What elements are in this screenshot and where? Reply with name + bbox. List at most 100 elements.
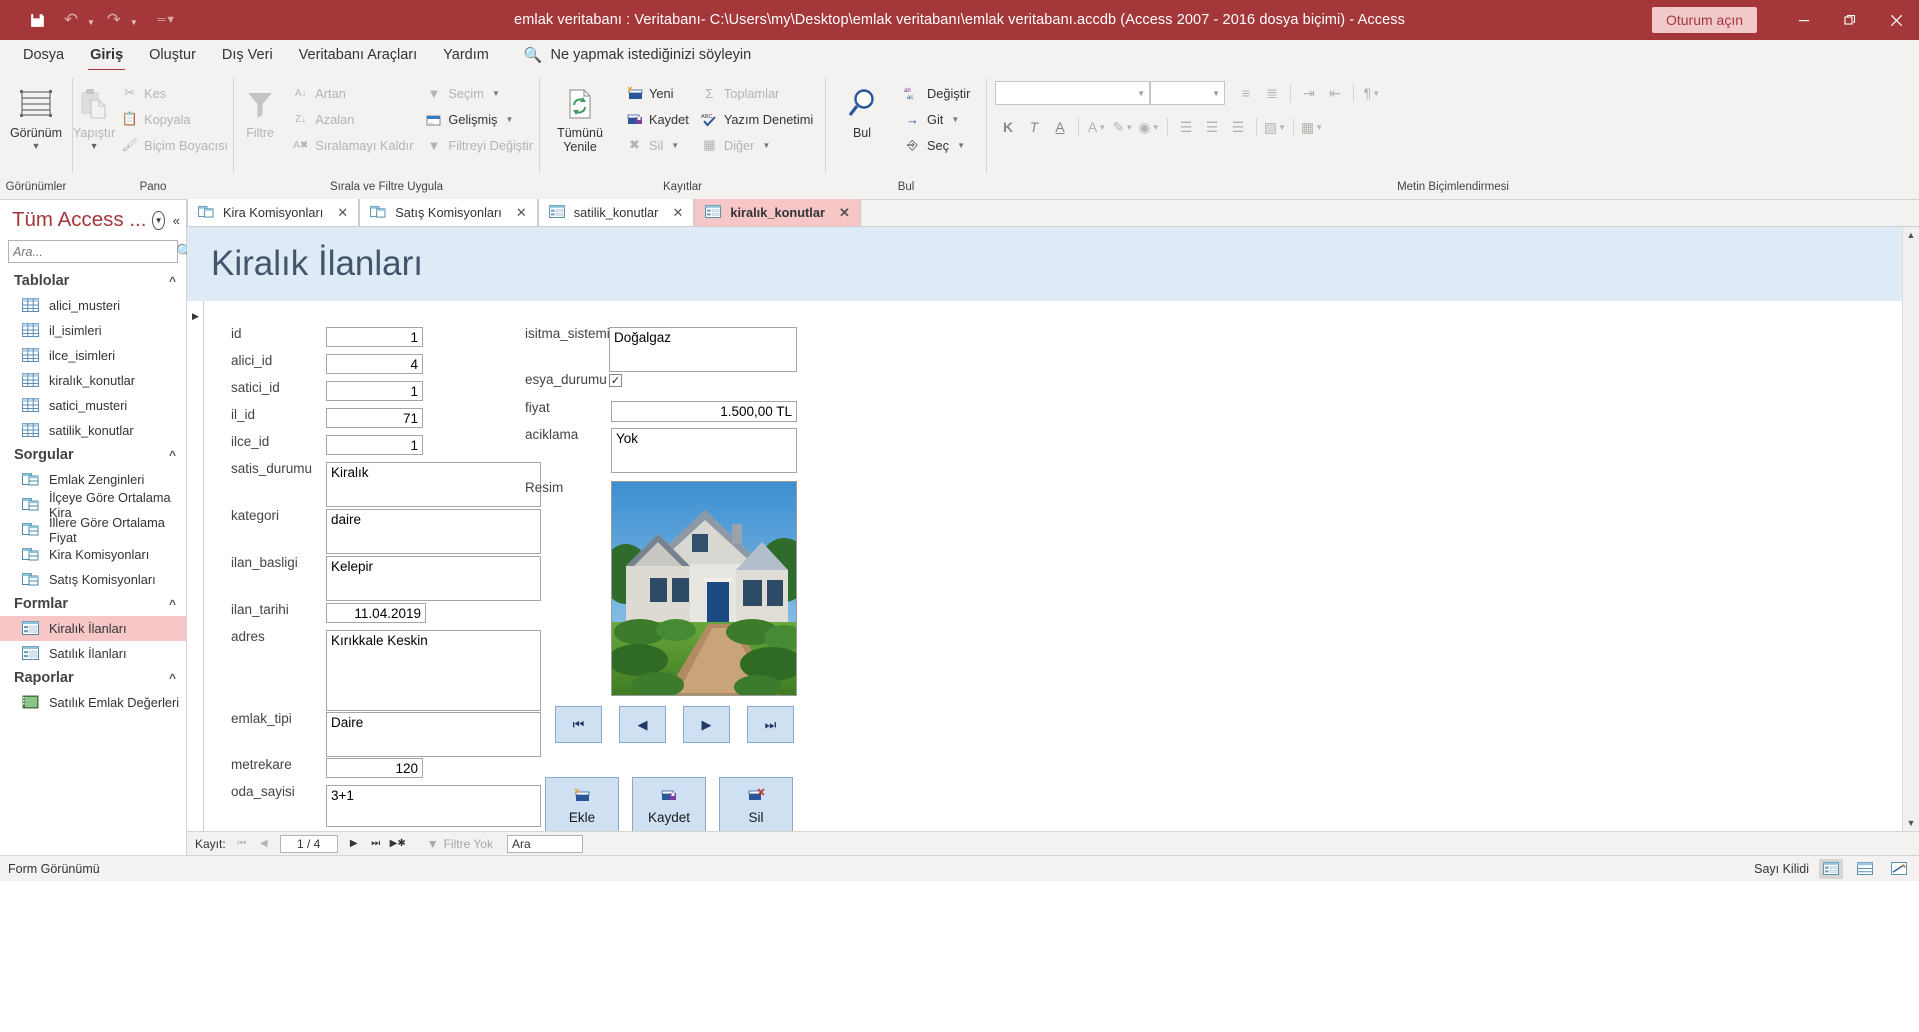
- alternate-row-color-button[interactable]: ▧ ▼: [1262, 114, 1288, 140]
- chevron-up-icon[interactable]: ^: [169, 448, 176, 462]
- field-input-ilce-id[interactable]: 1: [326, 435, 423, 455]
- close-icon[interactable]: ✕: [516, 205, 527, 221]
- cut-button[interactable]: ✂ Kes: [115, 80, 234, 106]
- chevron-down-icon[interactable]: ▼: [1152, 123, 1160, 132]
- search-input[interactable]: [13, 244, 176, 259]
- field-input-fiyat[interactable]: 1.500,00 TL: [611, 401, 797, 422]
- field-input-isitma-sistemi[interactable]: Doğalgaz: [609, 327, 797, 372]
- customize-qat-icon[interactable]: ═▼: [152, 6, 182, 34]
- nav-item-illere-gore-ortalama-fiyat[interactable]: İllere Göre Ortalama Fiyat: [0, 515, 186, 545]
- restore-icon[interactable]: [1827, 0, 1873, 40]
- ribbon-tab-dosya[interactable]: Dosya: [10, 43, 77, 67]
- close-icon[interactable]: [1873, 0, 1919, 40]
- bullet-list-button[interactable]: ≡: [1233, 80, 1259, 106]
- chevron-down-icon[interactable]: ▼: [492, 89, 500, 98]
- gridlines-button[interactable]: ▦ ▼: [1299, 114, 1325, 140]
- refresh-all-button[interactable]: Tümünü Yenile: [540, 76, 620, 155]
- collapse-pane-icon[interactable]: «: [173, 213, 180, 228]
- format-painter-button[interactable]: 🖌 Biçim Boyacısı: [115, 132, 234, 158]
- nav-item-kiralik-konutlar[interactable]: kiralık_konutlar: [0, 368, 186, 393]
- nav-item-ilceye-gore-ortalama-kira[interactable]: İlçeye Göre Ortalama Kira: [0, 490, 186, 520]
- chevron-down-icon[interactable]: ▼: [1278, 123, 1286, 132]
- chevron-down-icon[interactable]: ▼: [505, 115, 513, 124]
- nav-group-formlar[interactable]: Formlar ^: [0, 592, 186, 616]
- doc-tab-satilik-konutlar[interactable]: satilik_konutlar ✕: [537, 199, 695, 226]
- save-record-button[interactable]: Kaydet: [620, 106, 695, 132]
- chevron-up-icon[interactable]: ^: [169, 597, 176, 611]
- ribbon-tab-olustur[interactable]: Oluştur: [136, 43, 209, 67]
- font-name-combo[interactable]: ▼: [995, 81, 1150, 105]
- close-icon[interactable]: ✕: [337, 205, 348, 221]
- record-position-input[interactable]: 1 / 4: [279, 834, 338, 853]
- toggle-filter-button[interactable]: ▼ Filtreyi Değiştir: [419, 132, 539, 158]
- field-input-aciklama[interactable]: Yok: [611, 428, 797, 473]
- field-input-id[interactable]: 1: [326, 327, 423, 347]
- last-record-button[interactable]: ⏭: [747, 706, 794, 743]
- save-button[interactable]: Kaydet: [632, 777, 706, 831]
- sort-descending-button[interactable]: Z↓ Azalan: [286, 106, 419, 132]
- delete-record-button[interactable]: ✖ Sil ▼: [620, 132, 695, 158]
- totals-button[interactable]: Σ Toplamlar: [695, 80, 819, 106]
- chevron-down-icon[interactable]: ▼: [1315, 123, 1323, 132]
- field-input-satis-durumu[interactable]: Kiralık: [326, 462, 541, 507]
- chevron-down-icon[interactable]: ▼: [1098, 123, 1106, 132]
- navigation-search-box[interactable]: 🔍: [8, 240, 193, 263]
- layout-view-button[interactable]: [1853, 859, 1877, 879]
- save-icon[interactable]: [22, 6, 52, 34]
- nav-group-sorgular[interactable]: Sorgular ^: [0, 443, 186, 467]
- chevron-down-icon[interactable]: ▼: [762, 141, 770, 150]
- new-record-nav-icon[interactable]: ▶✱: [389, 838, 407, 849]
- field-input-oda-sayisi[interactable]: 3+1: [326, 785, 541, 827]
- nav-item-satici-musteri[interactable]: satici_musteri: [0, 393, 186, 418]
- redo-dropdown-icon[interactable]: ▼: [130, 18, 138, 34]
- highlight-color-button[interactable]: ✎ ▼: [1110, 114, 1136, 140]
- previous-record-button[interactable]: ◀: [619, 706, 666, 743]
- nav-item-alici-musteri[interactable]: alici_musteri: [0, 293, 186, 318]
- selection-filter-button[interactable]: ▼ Seçim ▼: [419, 80, 539, 106]
- chevron-down-icon[interactable]: ▼: [32, 141, 41, 151]
- field-input-satici-id[interactable]: 1: [326, 381, 423, 401]
- increase-indent-button[interactable]: ⇥: [1296, 80, 1322, 106]
- align-right-button[interactable]: ☰: [1225, 114, 1251, 140]
- record-search-input[interactable]: Ara: [506, 834, 583, 853]
- nav-item-satilik-konutlar[interactable]: satilik_konutlar: [0, 418, 186, 443]
- close-icon[interactable]: ✕: [672, 205, 683, 221]
- first-record-button[interactable]: ⏮: [555, 706, 602, 743]
- align-center-button[interactable]: ☰: [1199, 114, 1225, 140]
- goto-button[interactable]: → Git ▼: [898, 106, 976, 132]
- sort-ascending-button[interactable]: A↓ Artan: [286, 80, 419, 106]
- chevron-down-icon[interactable]: ▼: [90, 141, 99, 151]
- scroll-up-icon[interactable]: ▲: [1903, 227, 1919, 243]
- decrease-indent-button[interactable]: ⇤: [1322, 80, 1348, 106]
- field-input-il-id[interactable]: 71: [326, 408, 423, 428]
- nav-item-kira-komisyonlari[interactable]: Kira Komisyonları: [0, 542, 186, 567]
- ribbon-tab-giris[interactable]: Giriş: [77, 43, 136, 71]
- next-record-button[interactable]: ▶: [683, 706, 730, 743]
- sign-in-button[interactable]: Oturum açın: [1651, 7, 1757, 33]
- design-view-button[interactable]: [1887, 859, 1911, 879]
- record-selector-bar[interactable]: ▶: [187, 301, 204, 831]
- numbered-list-button[interactable]: ≣: [1259, 80, 1285, 106]
- add-button[interactable]: Ekle: [545, 777, 619, 831]
- replace-button[interactable]: ab ac Değiştir: [898, 80, 976, 106]
- undo-icon[interactable]: ↶: [56, 6, 86, 34]
- nav-group-raporlar[interactable]: Raporlar ^: [0, 666, 186, 690]
- select-button[interactable]: ⎆ Seç ▼: [898, 132, 976, 158]
- more-button[interactable]: ▦ Diğer ▼: [695, 132, 819, 158]
- chevron-down-icon[interactable]: ▼: [1125, 123, 1133, 132]
- field-input-metrekare[interactable]: 120: [326, 758, 423, 778]
- filter-status[interactable]: ▼ Filtre Yok: [427, 837, 493, 851]
- field-input-emlak-tipi[interactable]: Daire: [326, 712, 541, 757]
- ribbon-tab-dis-veri[interactable]: Dış Veri: [209, 43, 286, 67]
- doc-tab-satis-komisyonlari[interactable]: Satış Komisyonları ✕: [359, 199, 538, 226]
- chevron-up-icon[interactable]: ^: [169, 274, 176, 288]
- house-photo-image[interactable]: [611, 481, 797, 696]
- nav-item-satis-komisyonlari[interactable]: Satış Komisyonları: [0, 567, 186, 592]
- chevron-down-icon[interactable]: ▼: [957, 141, 965, 150]
- undo-dropdown-icon[interactable]: ▼: [87, 18, 95, 34]
- close-icon[interactable]: ✕: [839, 205, 850, 221]
- chevron-down-icon[interactable]: ▼: [671, 141, 679, 150]
- chevron-up-icon[interactable]: ^: [169, 671, 176, 685]
- form-view-button[interactable]: [1819, 858, 1843, 879]
- ribbon-tab-veritabani-araclari[interactable]: Veritabanı Araçları: [286, 43, 431, 67]
